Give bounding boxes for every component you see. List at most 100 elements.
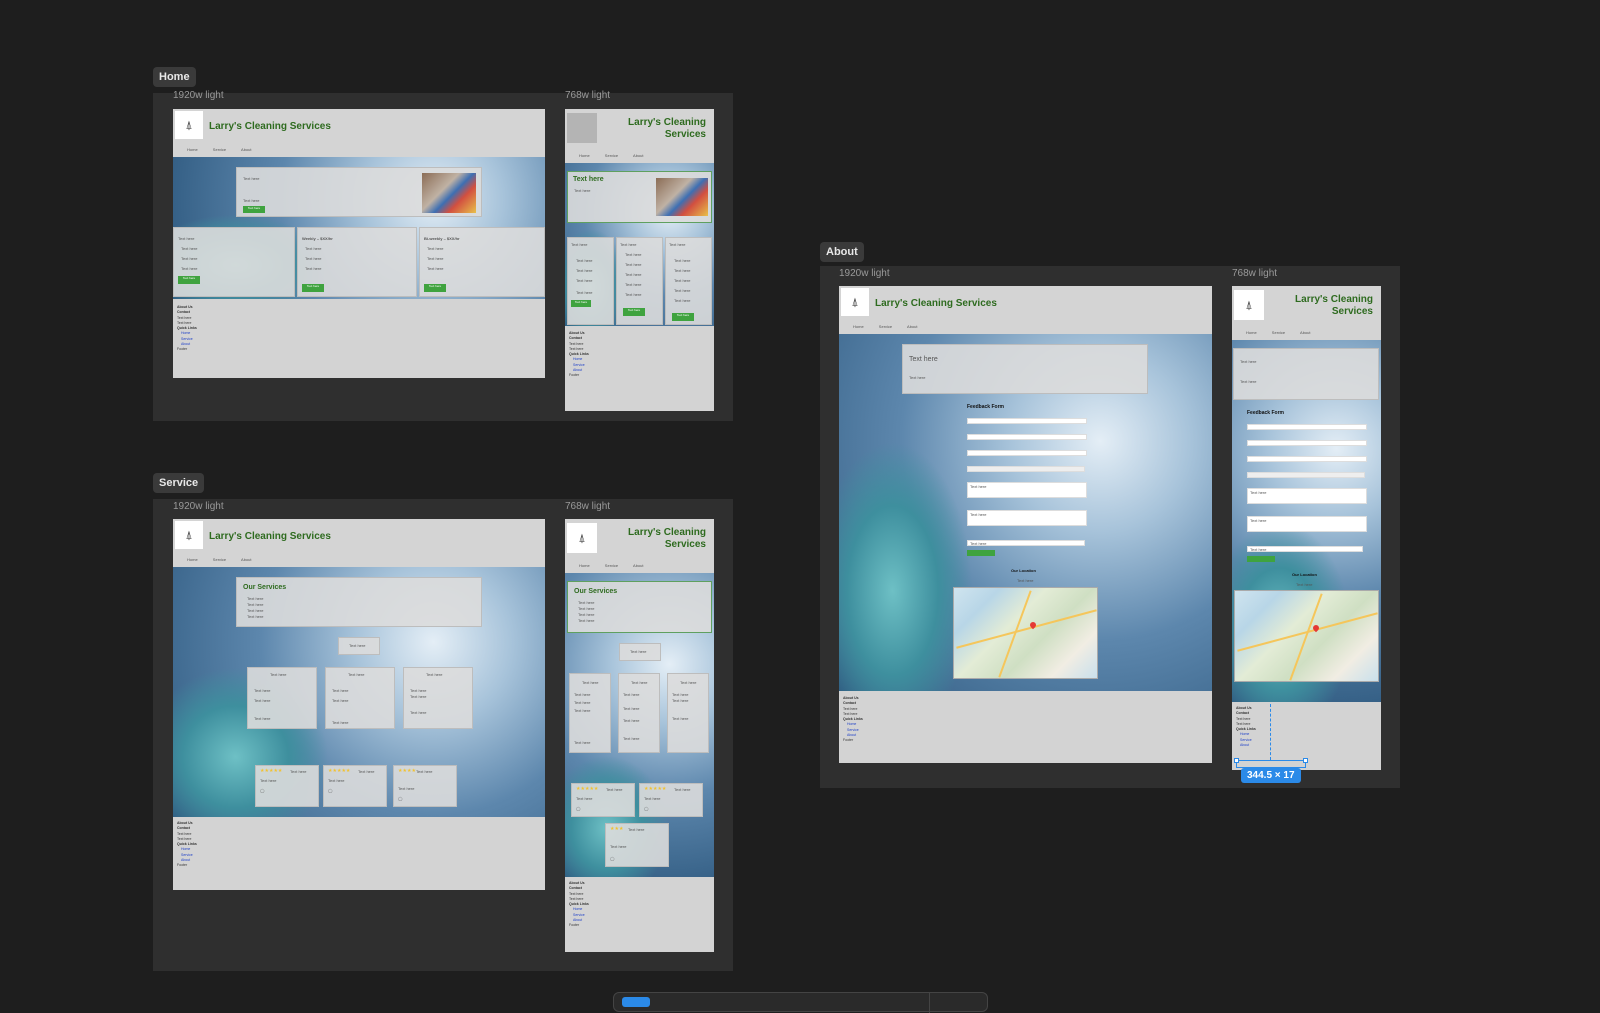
site-header: Larry's Cleaning Services Home Service A… [565, 109, 714, 163]
nav-about[interactable]: About [907, 324, 917, 329]
cta-button[interactable]: Text here [243, 206, 265, 213]
frame-label[interactable]: 1920w light [173, 90, 224, 101]
plan-item: Text here [427, 256, 444, 261]
plan-item: Text here [674, 298, 691, 303]
nav-about[interactable]: About [241, 557, 251, 562]
about-tablet-frame[interactable]: ⍋ Larry's Cleaning Services Home Service… [1232, 286, 1381, 770]
plan-item: Text here [576, 268, 593, 273]
nav-home[interactable]: Home [579, 153, 590, 158]
textarea-field[interactable]: Text here [967, 510, 1087, 526]
star-icon: ★★★★★ [576, 786, 599, 792]
section-home[interactable]: 1920w light 768w light ⍋ Larry's Cleanin… [153, 90, 733, 421]
textarea-field[interactable]: Text here [1247, 488, 1367, 504]
service-desktop-frame[interactable]: ⍋ Larry's Cleaning Services Home Service… [173, 519, 545, 890]
frame-label[interactable]: 1920w light [173, 501, 224, 512]
review-stars: ★★★★★ [576, 786, 598, 793]
plan-card: Text here Text here Text here Text here … [567, 237, 614, 325]
name-field[interactable] [1247, 424, 1367, 430]
review-card: ★★★ Text here Text here ◯ [605, 823, 669, 867]
nav-home[interactable]: Home [187, 147, 198, 152]
nav-about[interactable]: About [633, 153, 643, 158]
intro-text: Text here [1240, 359, 1257, 364]
review-card: ★★★★★ Text here Text here ◯ [639, 783, 703, 817]
plan-button[interactable]: Text here [672, 313, 694, 321]
section-label-about[interactable]: About [820, 242, 864, 262]
service-card-text: Text here [332, 688, 349, 693]
plan-card: Weekly – $XX/hr Text here Text here Text… [297, 227, 417, 297]
section-about[interactable]: 1920w light 768w light ⍋ Larry's Cleanin… [820, 266, 1400, 788]
logo-icon: ⍋ [841, 288, 869, 316]
plan-button[interactable]: Text here [302, 284, 324, 292]
footer-link-about[interactable]: About [1236, 743, 1256, 748]
service-item: Text here [578, 612, 595, 617]
plan-item: Text here [674, 258, 691, 263]
site-footer: About Us Contact Text here Text here Qui… [569, 331, 589, 378]
footer-copyright: Footer [569, 923, 580, 927]
email-field[interactable] [967, 434, 1087, 440]
nav-home[interactable]: Home [1246, 330, 1257, 335]
plan-button[interactable]: Text here [424, 284, 446, 292]
services-card: Our Services Text here Text here Text he… [236, 577, 482, 627]
home-tablet-frame[interactable]: Larry's Cleaning Services Home Service A… [565, 109, 714, 411]
about-desktop-frame[interactable]: ⍋ Larry's Cleaning Services Home Service… [839, 286, 1212, 763]
input-field[interactable] [1247, 472, 1365, 478]
location-map[interactable] [953, 587, 1098, 679]
frame-label[interactable]: 768w light [565, 90, 610, 101]
nav-service[interactable]: Service [605, 563, 618, 568]
bottom-toolbar[interactable] [613, 992, 988, 1013]
service-card-title: Text here [426, 672, 443, 677]
input-field[interactable] [967, 466, 1085, 472]
input-field[interactable]: Text here [1247, 546, 1363, 552]
nav-about[interactable]: About [1300, 330, 1310, 335]
service-item: Text here [247, 608, 264, 613]
nav-home[interactable]: Home [579, 563, 590, 568]
nav-about[interactable]: About [241, 147, 251, 152]
plan-button[interactable]: Text here [623, 308, 645, 316]
section-label-service[interactable]: Service [153, 473, 205, 493]
plan-button[interactable]: Text here [571, 300, 591, 307]
intro-text: Text here [909, 375, 926, 380]
textarea-field[interactable]: Text here [1247, 516, 1367, 532]
nav-service[interactable]: Service [213, 147, 226, 152]
toolbar-active-tool[interactable] [622, 997, 650, 1007]
hero-text: Text here [243, 198, 260, 203]
frame-label[interactable]: 1920w light [839, 268, 890, 279]
section-label-home[interactable]: Home [153, 67, 196, 87]
site-nav: Home Service About [853, 324, 931, 329]
selection-box[interactable] [1236, 760, 1306, 768]
select-field[interactable] [967, 450, 1087, 456]
resize-handle[interactable] [1234, 758, 1239, 763]
section-heading-card: Text here [619, 643, 661, 661]
nav-service[interactable]: Service [1272, 330, 1285, 335]
services-title: Our Services [243, 584, 287, 591]
resize-handle[interactable] [1303, 758, 1308, 763]
plan-item: Text here [625, 272, 642, 277]
submit-button[interactable] [1247, 556, 1275, 562]
service-item: Text here [247, 602, 264, 607]
plan-button[interactable]: Text here [178, 276, 200, 284]
nav-service[interactable]: Service [213, 557, 226, 562]
service-tablet-frame[interactable]: ⍋ Larry's Cleaning Services Home Service… [565, 519, 714, 952]
nav-about[interactable]: About [633, 563, 643, 568]
frame-label[interactable]: 768w light [1232, 268, 1277, 279]
location-map[interactable] [1234, 590, 1379, 682]
review-stars: ★★★★★ [644, 786, 666, 793]
home-desktop-frame[interactable]: ⍋ Larry's Cleaning Services Home Service… [173, 109, 545, 378]
star-icon: ★★★★★ [644, 786, 667, 792]
nav-service[interactable]: Service [605, 153, 618, 158]
review-text: Text here [398, 786, 415, 791]
email-field[interactable] [1247, 440, 1367, 446]
nav-service[interactable]: Service [879, 324, 892, 329]
section-service[interactable]: 1920w light 768w light ⍋ Larry's Cleanin… [153, 499, 733, 971]
submit-button[interactable] [967, 550, 995, 556]
nav-home[interactable]: Home [187, 557, 198, 562]
hero-image: Text here Text here Text here Text here … [565, 163, 714, 326]
section-heading: Text here [630, 649, 647, 654]
input-field[interactable]: Text here [967, 540, 1085, 546]
nav-home[interactable]: Home [853, 324, 864, 329]
frame-label[interactable]: 768w light [565, 501, 610, 512]
name-field[interactable] [967, 418, 1087, 424]
select-field[interactable] [1247, 456, 1367, 462]
textarea-field[interactable]: Text here [967, 482, 1087, 498]
site-title-line: Services [1331, 305, 1373, 317]
